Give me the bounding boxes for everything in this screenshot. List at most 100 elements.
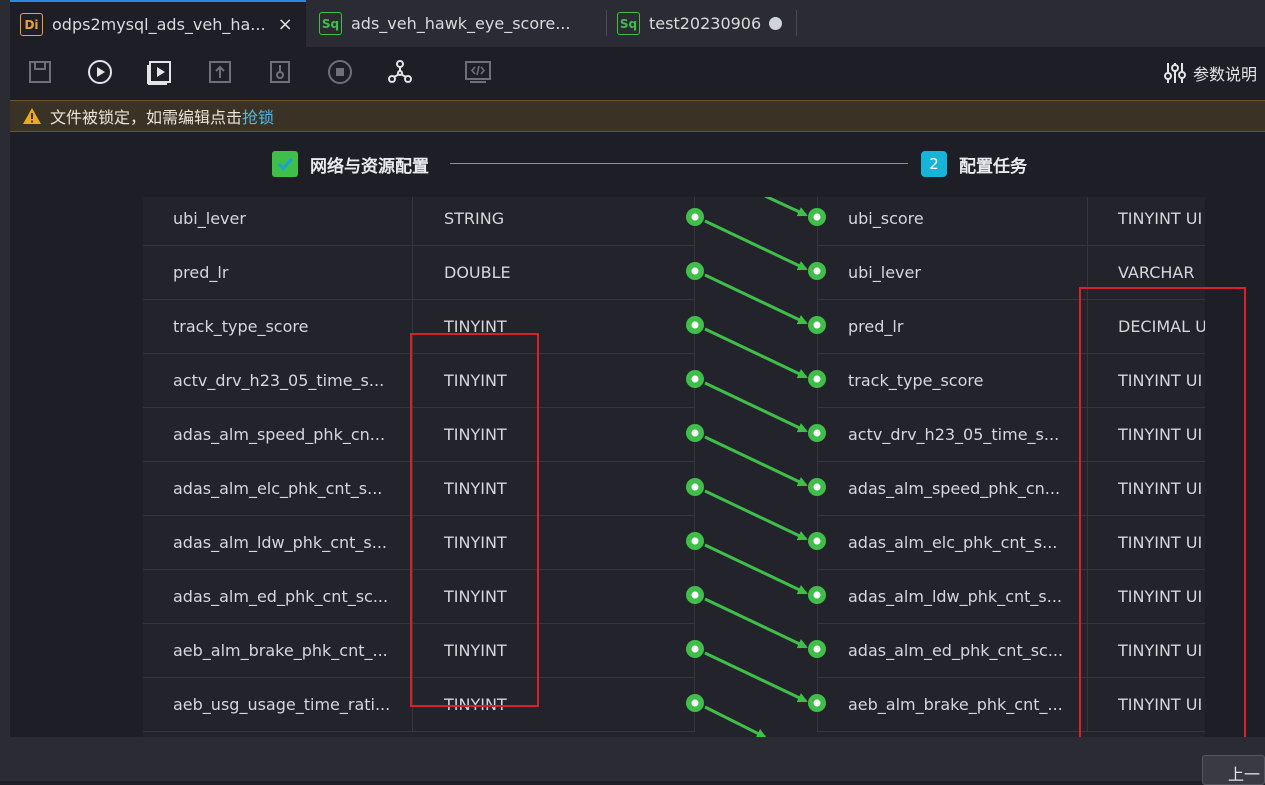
warning-icon bbox=[23, 108, 41, 124]
target-field-type: TINYINT UI bbox=[1118, 371, 1203, 390]
target-field-type: TINYINT UI bbox=[1118, 695, 1203, 714]
source-row: aeb_usg_usage_time_rati... TINYINT bbox=[143, 678, 695, 732]
target-field-name: adas_alm_elc_phk_cnt_s... bbox=[817, 516, 1088, 569]
target-row: adas_alm_ldw_phk_cnt_s... TINYINT UI bbox=[817, 570, 1205, 624]
source-field-type: TINYINT bbox=[413, 624, 695, 677]
source-field-name: adas_alm_ed_phk_cnt_sc... bbox=[143, 570, 413, 623]
close-icon[interactable]: × bbox=[278, 14, 293, 35]
source-row: track_type_score TINYINT bbox=[143, 300, 695, 354]
target-field-type: DECIMAL U bbox=[1118, 317, 1205, 336]
source-field-name: adas_alm_speed_phk_cn... bbox=[143, 408, 413, 461]
run-with-params-icon[interactable] bbox=[145, 57, 175, 87]
source-row: ubi_lever STRING bbox=[143, 197, 695, 246]
sq-badge-icon: Sq bbox=[319, 12, 342, 35]
source-field-name: adas_alm_ldw_phk_cnt_s... bbox=[143, 516, 413, 569]
target-field-type: TINYINT UI bbox=[1118, 641, 1203, 660]
submit-icon[interactable] bbox=[205, 57, 235, 87]
target-field-type: TINYINT UI bbox=[1118, 425, 1203, 444]
step-label: 配置任务 bbox=[959, 156, 1027, 177]
tab-title: test20230906 bbox=[649, 14, 762, 33]
target-field-name: actv_drv_h23_05_time_s... bbox=[817, 408, 1088, 461]
source-field-type: TINYINT bbox=[413, 678, 695, 731]
params-help-button[interactable]: 参数说明 bbox=[1163, 61, 1257, 85]
tab-bar: Di odps2mysql_ads_veh_ha... × Sq ads_veh… bbox=[0, 0, 1265, 47]
target-row: ubi_lever VARCHAR bbox=[817, 246, 1205, 300]
target-field-type: TINYINT UI bbox=[1118, 533, 1203, 552]
tab-test20230906[interactable]: Sq test20230906 bbox=[607, 0, 795, 47]
source-field-name: pred_lr bbox=[143, 246, 413, 299]
source-field-name: adas_alm_elc_phk_cnt_s... bbox=[143, 462, 413, 515]
tab-odps2mysql[interactable]: Di odps2mysql_ads_veh_ha... × bbox=[10, 0, 306, 47]
source-field-name: aeb_usg_usage_time_rati... bbox=[143, 678, 413, 731]
source-field-type: TINYINT bbox=[413, 300, 695, 353]
target-field-type: TINYINT UI bbox=[1118, 479, 1203, 498]
step-connector bbox=[450, 163, 908, 164]
source-row: adas_alm_ed_phk_cnt_sc... TINYINT bbox=[143, 570, 695, 624]
target-field-name: track_type_score bbox=[817, 354, 1088, 407]
target-field-name: adas_alm_ed_phk_cnt_sc... bbox=[817, 624, 1088, 677]
sq-badge-icon: Sq bbox=[617, 12, 640, 35]
target-row: aeb_alm_brake_phk_cnt_... TINYINT UI bbox=[817, 678, 1205, 732]
step-configure-task[interactable]: 2 配置任务 bbox=[921, 151, 1027, 177]
step-label: 网络与资源配置 bbox=[310, 156, 429, 177]
source-field-name: track_type_score bbox=[143, 300, 413, 353]
source-row: adas_alm_ldw_phk_cnt_s... TINYINT bbox=[143, 516, 695, 570]
source-field-name: actv_drv_h23_05_time_s... bbox=[143, 354, 413, 407]
bottom-bar: 上一 bbox=[10, 737, 1265, 785]
check-icon bbox=[272, 151, 298, 177]
target-field-name: ubi_lever bbox=[817, 246, 1088, 299]
target-row: adas_alm_ed_phk_cnt_sc... TINYINT UI bbox=[817, 624, 1205, 678]
target-row: adas_alm_speed_phk_cn... TINYINT UI bbox=[817, 462, 1205, 516]
mapping-area: ubi_lever STRING pred_lr DOUBLE track_type_s… bbox=[143, 197, 1205, 737]
target-field-type: TINYINT UI bbox=[1118, 587, 1203, 606]
toolbar: 参数说明 bbox=[10, 47, 1265, 100]
params-help-label: 参数说明 bbox=[1192, 65, 1257, 84]
target-row: ubi_score TINYINT UI bbox=[817, 197, 1205, 246]
source-field-name: aeb_alm_brake_phk_cnt_... bbox=[143, 624, 413, 677]
tab-divider bbox=[796, 10, 797, 36]
publish-icon[interactable] bbox=[265, 57, 295, 87]
source-field-name: ubi_lever bbox=[143, 197, 413, 245]
source-field-type: DOUBLE bbox=[413, 246, 695, 299]
target-row: track_type_score TINYINT UI bbox=[817, 354, 1205, 408]
source-row: adas_alm_elc_phk_cnt_s... TINYINT bbox=[143, 462, 695, 516]
target-row: pred_lr DECIMAL U bbox=[817, 300, 1205, 354]
source-field-type: TINYINT bbox=[413, 354, 695, 407]
left-strip bbox=[0, 0, 10, 781]
target-field-name: pred_lr bbox=[817, 300, 1088, 353]
source-field-type: STRING bbox=[413, 197, 695, 245]
target-field-type: TINYINT UI bbox=[1118, 209, 1203, 228]
target-row: adas_alm_elc_phk_cnt_s... TINYINT UI bbox=[817, 516, 1205, 570]
code-script-icon[interactable] bbox=[463, 57, 493, 87]
save-icon[interactable] bbox=[25, 57, 55, 87]
target-field-name: adas_alm_ldw_phk_cnt_s... bbox=[817, 570, 1088, 623]
source-field-type: TINYINT bbox=[413, 570, 695, 623]
target-field-name: aeb_alm_brake_phk_cnt_... bbox=[817, 678, 1088, 731]
sliders-icon bbox=[1163, 63, 1186, 83]
stop-icon[interactable] bbox=[325, 57, 355, 87]
di-badge-icon: Di bbox=[20, 13, 43, 36]
step-network-resource[interactable]: 网络与资源配置 bbox=[272, 151, 429, 177]
lock-message: 文件被锁定，如需编辑点击 bbox=[50, 108, 243, 127]
target-row: actv_drv_h23_05_time_s... TINYINT UI bbox=[817, 408, 1205, 462]
run-icon[interactable] bbox=[85, 57, 115, 87]
source-field-type: TINYINT bbox=[413, 462, 695, 515]
target-field-name: ubi_score bbox=[817, 197, 1088, 245]
source-row: pred_lr DOUBLE bbox=[143, 246, 695, 300]
wizard-steps: 网络与资源配置 2 配置任务 bbox=[10, 133, 1265, 197]
tab-ads-veh-hawk-eye[interactable]: Sq ads_veh_hawk_eye_score... bbox=[309, 0, 605, 47]
source-fields-table: ubi_lever STRING pred_lr DOUBLE track_type_s… bbox=[143, 197, 695, 732]
target-fields-table: ubi_score TINYINT UI ubi_lever VARCHAR pred_… bbox=[817, 197, 1205, 732]
grab-lock-link[interactable]: 抢锁 bbox=[242, 104, 274, 128]
lineage-icon[interactable] bbox=[385, 57, 415, 87]
field-mapping-panel: ubi_lever STRING pred_lr DOUBLE track_type_s… bbox=[10, 197, 1265, 737]
target-field-type: VARCHAR bbox=[1118, 263, 1195, 282]
unsaved-dot-icon bbox=[769, 17, 783, 30]
source-field-type: TINYINT bbox=[413, 408, 695, 461]
source-row: adas_alm_speed_phk_cn... TINYINT bbox=[143, 408, 695, 462]
source-row: actv_drv_h23_05_time_s... TINYINT bbox=[143, 354, 695, 408]
source-row: aeb_alm_brake_phk_cnt_... TINYINT bbox=[143, 624, 695, 678]
lock-warning-bar: 文件被锁定，如需编辑点击 抢锁 bbox=[10, 100, 1265, 132]
source-field-type: TINYINT bbox=[413, 516, 695, 569]
step-number: 2 bbox=[921, 151, 947, 177]
